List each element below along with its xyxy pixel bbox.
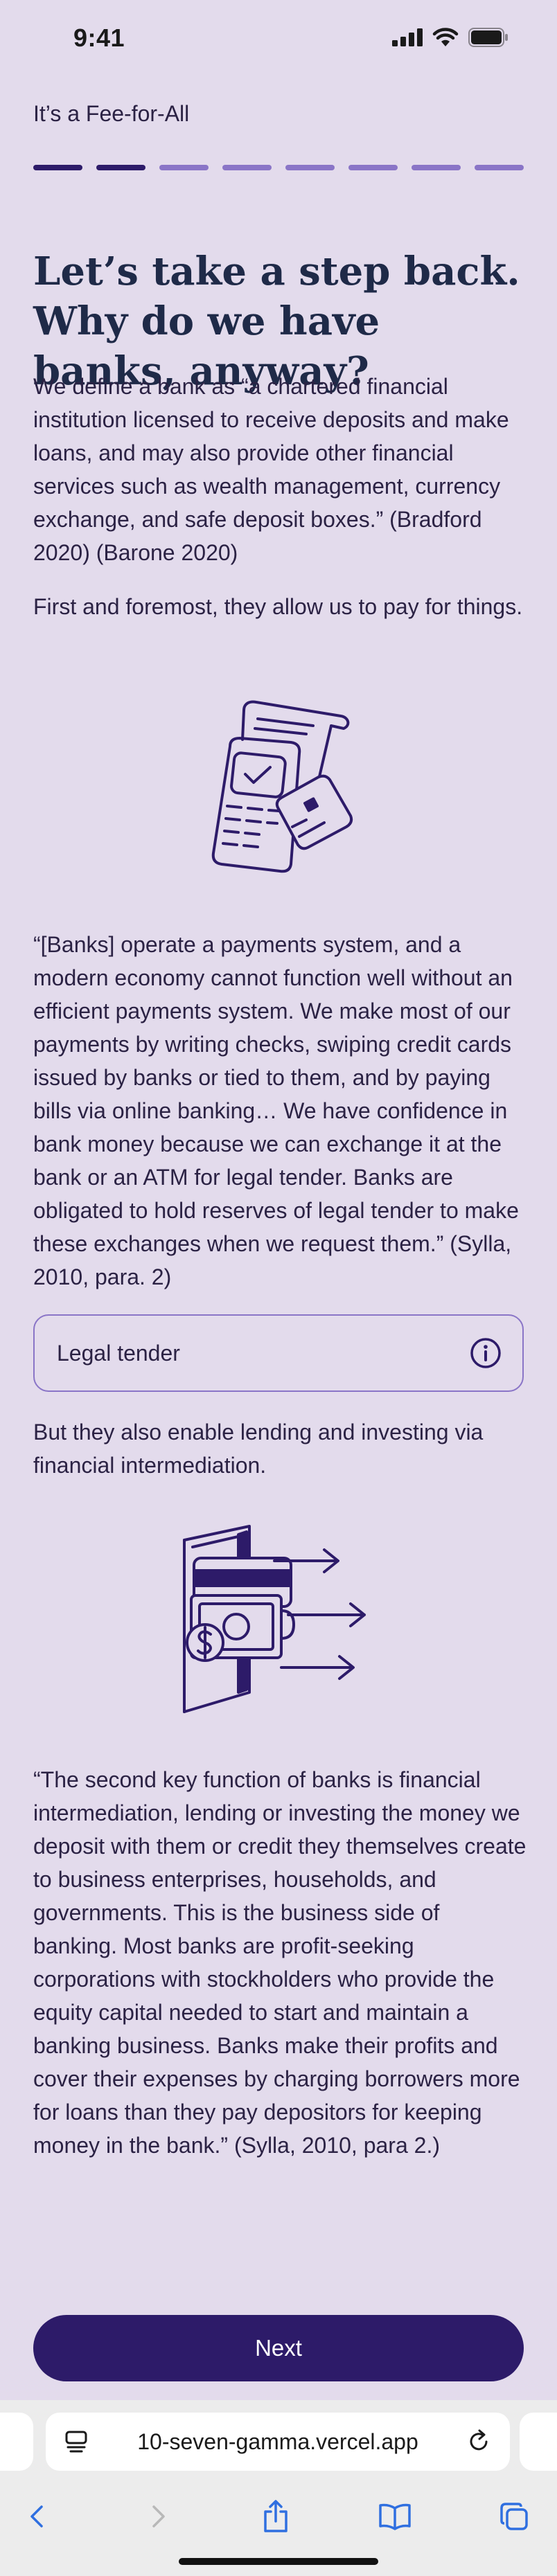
payments-quote-text: “[Banks] operate a payments system, and … [33,932,519,1289]
glossary-legal-tender[interactable]: Legal tender [33,1314,524,1392]
next-button[interactable]: Next [33,2315,524,2381]
tabs-button[interactable] [493,2496,535,2537]
share-button[interactable] [255,2496,297,2537]
glossary-term-label: Legal tender [57,1340,180,1366]
lending-intro-text: But they also enable lending and investi… [33,1420,484,1478]
wallet-money-illustration [183,1525,366,1713]
status-bar: 9:41 [0,0,557,76]
progress-segment [96,165,145,170]
url-text: 10-seven-gamma.vercel.app [137,2429,418,2454]
progress-segment [159,165,209,170]
bank-definition-text: We define a bank as “a chartered financi… [33,374,509,565]
address-bar[interactable]: 10-seven-gamma.vercel.app [46,2413,510,2471]
bottom-toolbar [0,2496,557,2537]
wifi-icon [432,28,459,46]
bookmarks-button[interactable] [374,2496,416,2537]
battery-icon [468,28,508,47]
progress-segment [348,165,398,170]
progress-segment [222,165,272,170]
status-time: 9:41 [73,24,125,52]
home-indicator [179,2558,378,2565]
book-icon [379,2503,411,2530]
payment-terminal-illustration [211,700,353,873]
page-menu-icon[interactable] [62,2428,90,2456]
info-icon[interactable] [468,1336,503,1370]
tabs-icon [500,2503,528,2530]
previous-tab-preview[interactable] [0,2413,33,2471]
status-icons [392,28,509,47]
progress-segment [285,165,335,170]
next-tab-preview[interactable] [520,2413,557,2471]
share-icon [264,2500,288,2532]
section-label: It’s a Fee-for-All [33,101,190,126]
forward-button[interactable] [137,2496,179,2537]
payments-intro-text: First and foremost, they allow us to pay… [33,594,523,619]
reload-icon[interactable] [466,2428,493,2456]
progress-segment [412,165,461,170]
chevron-left-icon [30,2505,43,2528]
back-button[interactable] [17,2496,58,2537]
progress-segment [33,165,82,170]
progress-segment [475,165,524,170]
progress-indicator [33,165,524,170]
lending-quote-text: “The second key function of banks is fin… [33,1767,527,2158]
signal-icon [392,28,423,46]
browser-toolbar: 10-seven-gamma.vercel.app [0,2400,557,2576]
chevron-right-icon [152,2505,165,2528]
